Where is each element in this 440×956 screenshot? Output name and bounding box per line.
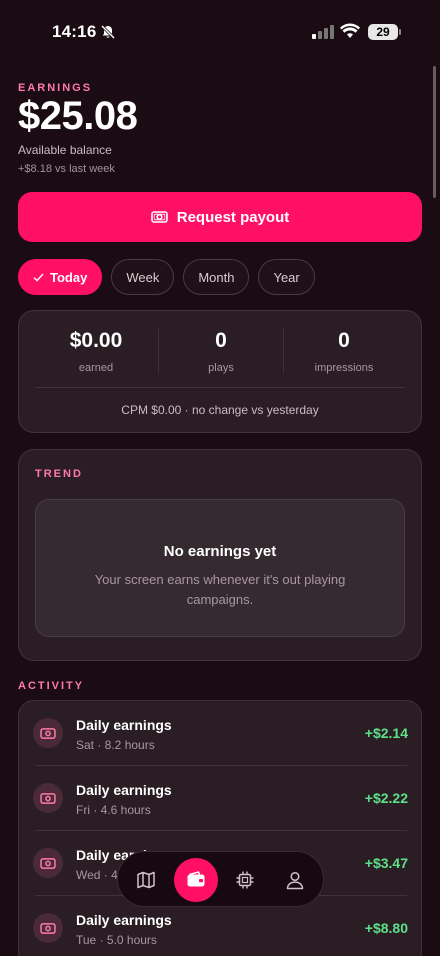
tab-device[interactable]: [225, 860, 265, 900]
activity-amount: +$3.47: [364, 855, 408, 871]
map-icon: [137, 871, 155, 889]
period-selector: Today Week Month Year: [18, 259, 315, 295]
stat-plays-label: plays: [208, 362, 234, 374]
activity-title: Daily earnings: [76, 717, 172, 733]
bottom-tab-bar: [117, 851, 324, 907]
activity-title: Daily earnings: [76, 912, 172, 928]
wifi-icon: [340, 23, 360, 38]
activity-amount: +$8.80: [364, 920, 408, 936]
activity-amount: +$2.14: [364, 725, 408, 741]
battery-tip: [399, 29, 401, 35]
stat-impressions-value: 0: [338, 329, 350, 352]
activity-row[interactable]: Daily earnings Fri · 4.6 hours +$2.22: [19, 766, 423, 831]
trend-label: TREND: [35, 468, 83, 480]
cash-icon: [33, 718, 63, 748]
cash-icon: [33, 913, 63, 943]
stats-divider: [35, 387, 405, 388]
tab-profile[interactable]: [275, 860, 315, 900]
chip-icon: [236, 871, 254, 889]
period-year-label: Year: [273, 269, 300, 285]
tab-wallet[interactable]: [174, 858, 218, 902]
available-balance-label: Available balance: [18, 143, 112, 157]
battery-indicator: 29: [368, 24, 398, 40]
stat-earned-value: $0.00: [69, 329, 123, 352]
stat-impressions: 0 impressions: [282, 329, 406, 374]
period-week-pill[interactable]: Week: [111, 259, 175, 295]
balance-value: $25.08: [18, 94, 138, 138]
request-payout-label: Request payout: [176, 208, 290, 226]
trend-card: TREND No earnings yet Your screen earns …: [18, 449, 422, 661]
empty-state-title: No earnings yet: [163, 543, 277, 560]
cash-icon: [150, 211, 168, 223]
stat-plays: 0 plays: [159, 329, 283, 374]
activity-amount: +$2.22: [364, 790, 408, 806]
activity-title: Daily earnings: [76, 782, 172, 798]
stat-earned: $0.00 earned: [34, 329, 158, 374]
period-month-label: Month: [198, 269, 235, 285]
status-time: 14:16: [52, 22, 97, 41]
empty-state-message: Your screen earns whenever it's out play…: [94, 572, 346, 607]
stat-earned-label: earned: [78, 362, 114, 374]
cash-icon: [33, 848, 63, 878]
signal-icon: [312, 25, 334, 39]
period-month-pill[interactable]: Month: [183, 259, 250, 295]
stat-plays-value: 0: [215, 329, 227, 352]
activity-row[interactable]: Daily earnings Sat · 8.2 hours +$2.14: [19, 701, 423, 766]
stat-impressions-label: impressions: [314, 362, 374, 374]
activity-subtitle: Wed · 4.: [76, 868, 122, 882]
activity-label: ACTIVITY: [18, 680, 85, 692]
period-today-label: Today: [50, 269, 88, 285]
period-today-pill[interactable]: Today: [18, 259, 103, 295]
wallet-icon: [187, 871, 205, 887]
cpm-summary: CPM $0.00 · no change vs yesterday: [121, 403, 319, 417]
activity-subtitle: Sat · 8.2 hours: [76, 738, 155, 752]
tab-map[interactable]: [126, 860, 166, 900]
period-week-label: Week: [126, 269, 160, 285]
cash-icon: [33, 783, 63, 813]
activity-subtitle: Tue · 5.0 hours: [76, 933, 157, 947]
stats-card: $0.00 earned 0 plays 0 impressions CPM $…: [18, 310, 422, 433]
period-year-pill[interactable]: Year: [258, 259, 315, 295]
trend-empty-state: No earnings yet Your screen earns whenev…: [35, 499, 405, 637]
request-payout-button[interactable]: Request payout: [18, 192, 422, 242]
check-icon: [33, 273, 44, 282]
status-bar: 14:16 29: [0, 0, 440, 64]
activity-list: Daily earnings Sat · 8.2 hours +$2.14 Da…: [18, 700, 422, 956]
activity-subtitle: Fri · 4.6 hours: [76, 803, 151, 817]
person-icon: [286, 871, 304, 890]
bell-off-icon: [100, 24, 116, 40]
earnings-label: EARNINGS: [18, 82, 93, 94]
scrollbar[interactable]: [433, 66, 436, 198]
weekly-delta: +$8.18 vs last week: [18, 163, 115, 175]
